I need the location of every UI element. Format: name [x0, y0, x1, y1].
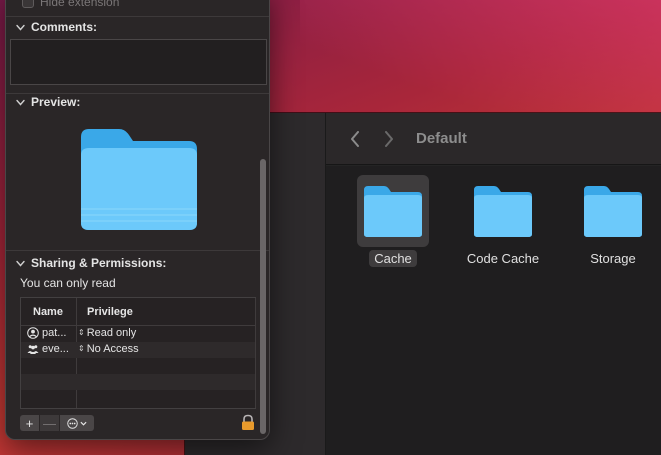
folder-label: Storage — [563, 251, 661, 266]
permission-user: pat... — [27, 327, 66, 339]
chevron-right-icon — [385, 131, 393, 147]
finder-content: Cache Code Cache Storage — [326, 166, 661, 455]
permission-row[interactable]: pat... ⇕ Read only — [21, 326, 255, 342]
folder-icon-wrap — [577, 175, 649, 247]
folder-item-storage[interactable]: Storage — [563, 175, 661, 275]
scrollbar[interactable] — [259, 159, 267, 439]
privilege-popup[interactable]: ⇕ Read only — [78, 327, 136, 339]
chevron-down-icon — [16, 260, 25, 267]
permissions-table: Name Privilege pat... ⇕ Read only eve...… — [20, 297, 256, 409]
divider — [6, 250, 269, 251]
chevron-down-icon — [16, 24, 25, 31]
column-header-privilege[interactable]: Privilege — [87, 306, 133, 318]
user-icon — [27, 327, 39, 339]
permission-row-empty — [21, 358, 255, 374]
privilege-value: No Access — [86, 343, 139, 355]
back-button[interactable] — [345, 127, 365, 151]
add-permission-button[interactable]: + — [20, 415, 40, 431]
preview-section-toggle[interactable]: Preview: — [16, 95, 80, 109]
access-note: You can only read — [20, 276, 116, 290]
hide-extension-checkbox[interactable] — [22, 0, 34, 8]
chevron-down-icon — [16, 99, 25, 106]
comments-heading: Comments: — [31, 20, 98, 34]
folder-preview-icon — [81, 129, 197, 230]
finder-toolbar: Default — [326, 113, 661, 165]
lock-icon[interactable] — [240, 414, 256, 431]
hide-extension-label: Hide extension — [40, 0, 120, 9]
scrollbar-thumb[interactable] — [260, 159, 266, 434]
folder-icon — [584, 186, 642, 237]
folder-icon — [474, 186, 532, 237]
chevron-left-icon — [351, 131, 359, 147]
permission-row-empty — [21, 374, 255, 390]
permission-row-empty — [21, 390, 255, 406]
group-icon — [27, 345, 39, 354]
folder-label-text: Cache — [369, 250, 417, 267]
folder-label: Code Cache — [453, 251, 553, 266]
folder-label-text: Code Cache — [466, 251, 540, 266]
comments-section-toggle[interactable]: Comments: — [16, 20, 97, 34]
divider — [6, 16, 269, 17]
column-header-name[interactable]: Name — [33, 306, 63, 318]
permission-user-name: pat... — [42, 327, 67, 339]
updown-arrows-icon: ⇕ — [78, 328, 85, 337]
ellipsis-circle-icon — [67, 417, 78, 429]
permission-user: eve... — [27, 343, 69, 355]
updown-arrows-icon: ⇕ — [78, 344, 85, 353]
folder-icon-wrap — [357, 175, 429, 247]
action-menu-button[interactable] — [60, 415, 94, 431]
divider — [6, 93, 269, 94]
chevron-down-icon — [80, 421, 87, 426]
wallpaper — [300, 0, 661, 120]
folder-icon — [364, 186, 422, 237]
column-separator — [255, 298, 256, 408]
privilege-value: Read only — [86, 327, 137, 339]
comments-field[interactable] — [10, 39, 267, 85]
permission-controls: + — — [20, 415, 94, 431]
forward-button[interactable] — [379, 127, 399, 151]
preview-heading: Preview: — [31, 95, 81, 109]
folder-item-cache[interactable]: Cache — [343, 175, 443, 275]
permission-row[interactable]: eve... ⇕ No Access — [21, 342, 255, 358]
folder-item-code-cache[interactable]: Code Cache — [453, 175, 553, 275]
folder-icon-wrap — [467, 175, 539, 247]
get-info-panel: Hide extension Comments: Preview: Sharin… — [5, 0, 270, 440]
permission-user-name: eve... — [42, 343, 69, 355]
privilege-popup[interactable]: ⇕ No Access — [78, 343, 139, 355]
permissions-table-header: Name Privilege — [21, 298, 255, 326]
folder-label-text: Storage — [590, 251, 636, 266]
sharing-section-toggle[interactable]: Sharing & Permissions: — [16, 256, 166, 270]
window-title: Default — [416, 130, 467, 147]
remove-permission-button[interactable]: — — [40, 415, 60, 431]
hide-extension-option[interactable]: Hide extension — [22, 0, 119, 9]
folder-label: Cache — [343, 250, 443, 267]
sharing-heading: Sharing & Permissions: — [31, 256, 167, 270]
